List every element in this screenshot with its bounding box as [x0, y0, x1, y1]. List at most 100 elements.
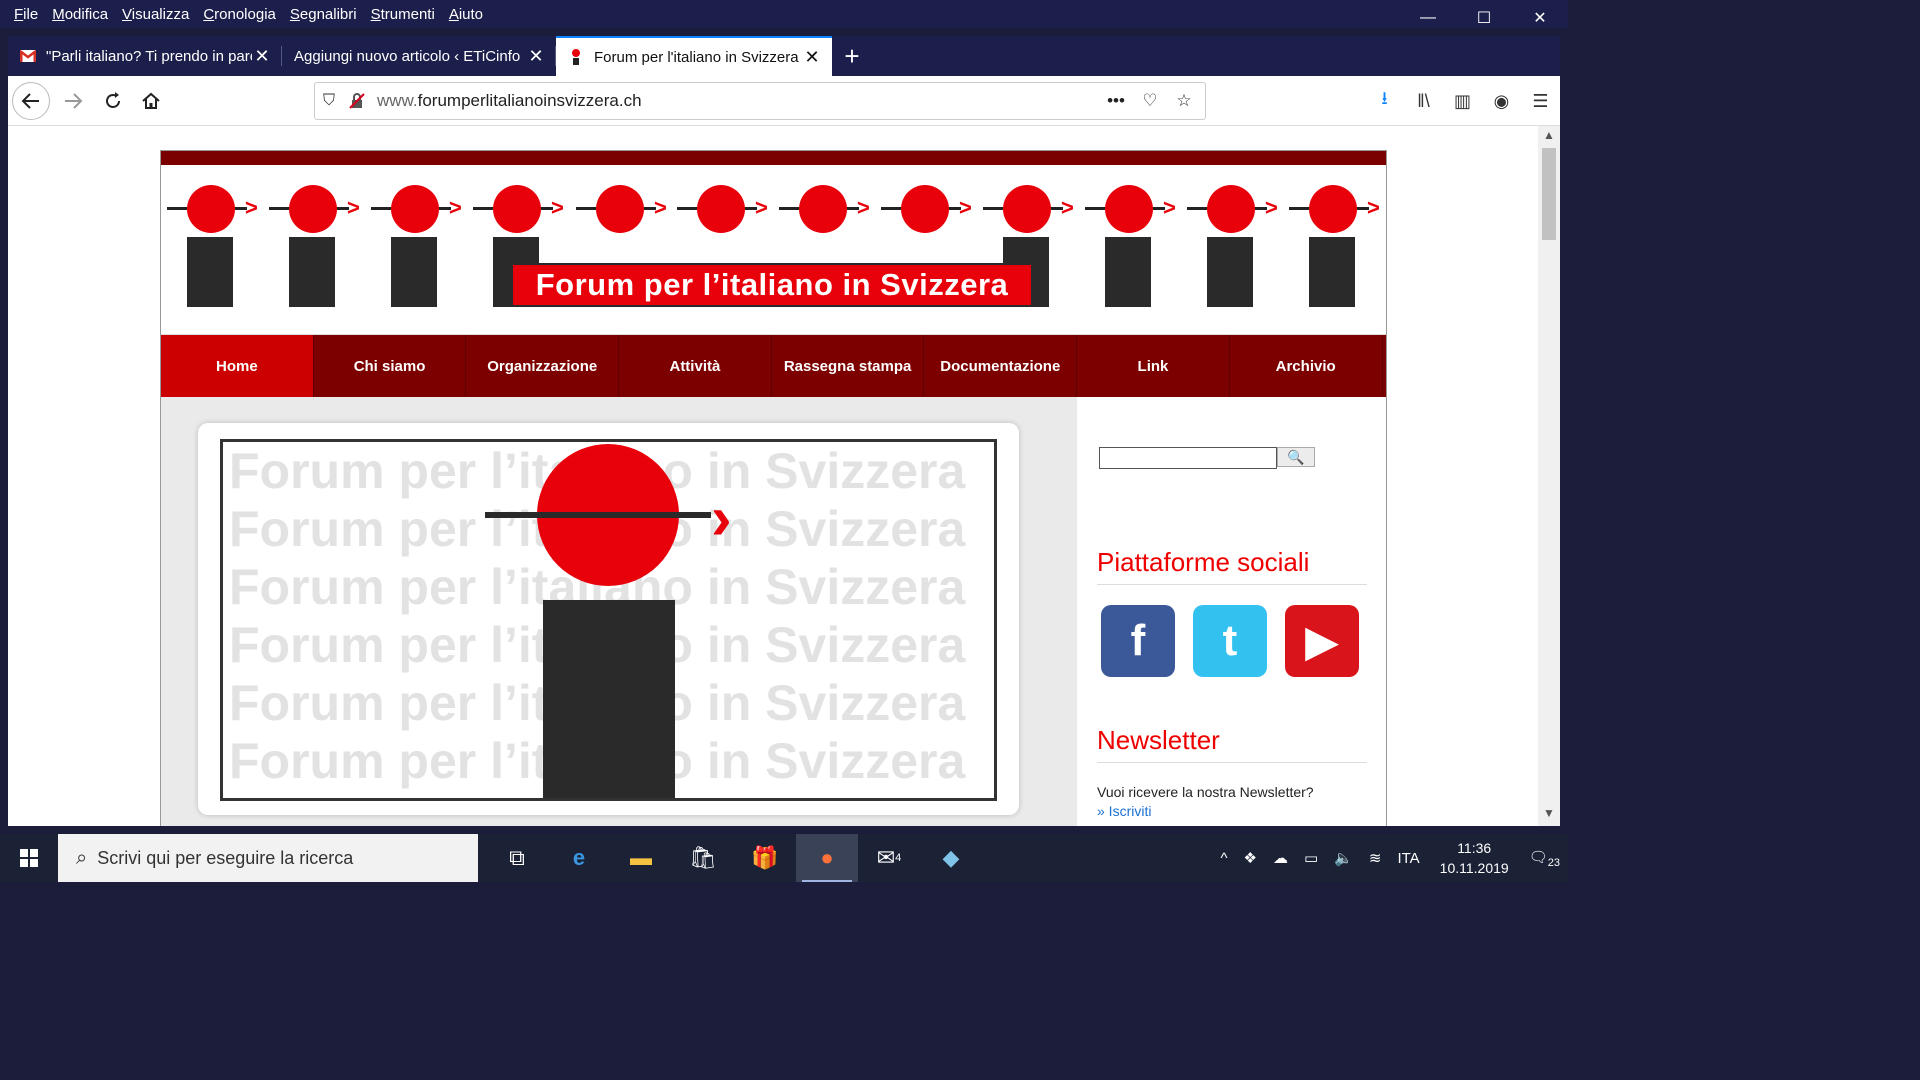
search-button[interactable]: 🔍	[1277, 447, 1315, 467]
notepad-app-icon[interactable]: ◆	[920, 834, 982, 882]
nav-item-link[interactable]: Link	[1077, 335, 1230, 397]
language-indicator[interactable]: ITA	[1389, 850, 1427, 867]
header-figure: >	[1085, 185, 1176, 315]
sidebar: 🔍 Piattaforme sociali f t ▶ Newsletter V…	[1077, 397, 1386, 826]
maximize-button[interactable]: ☐	[1456, 0, 1512, 36]
arrow-icon: >	[1163, 195, 1176, 220]
reload-button[interactable]	[94, 82, 132, 120]
nav-item-chi-siamo[interactable]: Chi siamo	[314, 335, 467, 397]
clock[interactable]: 11:36 10.11.2019	[1428, 838, 1521, 878]
url-text[interactable]: www.forumperlitalianoinsvizzera.ch	[371, 91, 1101, 111]
store-icon[interactable]: 🛍	[672, 834, 734, 882]
arrow-icon: >	[755, 195, 768, 220]
minimize-button[interactable]: —	[1400, 0, 1456, 36]
arrow-icon: >	[449, 195, 462, 220]
page-actions-icon[interactable]: •••	[1101, 91, 1131, 111]
taskbar-apps: ⧉ e ▬ 🛍 🎁 ● ✉ 4 ◆	[486, 834, 982, 882]
menu-item[interactable]: Cronologia	[196, 6, 283, 23]
tab-gmail[interactable]: "Parli italiano? Ti prendo in pare ✕	[8, 36, 282, 76]
site-banner-title[interactable]: Forum per l’italiano in Svizzera	[511, 263, 1033, 307]
vertical-scrollbar[interactable]: ▲ ▼	[1538, 126, 1560, 826]
tab-forum[interactable]: Forum per l'italiano in Svizzera ✕	[556, 36, 832, 76]
volume-icon[interactable]: 🔈	[1326, 849, 1361, 867]
dropbox-icon[interactable]: ❖	[1236, 849, 1265, 867]
tray-expand-icon[interactable]: ^	[1212, 850, 1235, 867]
taskbar: ⌕ Scrivi qui per eseguire la ricerca ⧉ e…	[0, 834, 1568, 882]
newsletter-subscribe-link[interactable]: » Iscriviti	[1097, 802, 1314, 821]
library-icon[interactable]: ‖\	[1404, 82, 1443, 120]
wifi-icon[interactable]: ≋	[1361, 849, 1390, 867]
tab-title: "Parli italiano? Ti prendo in pare	[46, 47, 252, 65]
reload-icon	[106, 92, 120, 108]
close-window-button[interactable]: ✕	[1512, 0, 1568, 36]
logo-line	[485, 512, 711, 518]
gmail-icon	[20, 48, 36, 64]
close-tab-icon[interactable]: ✕	[526, 46, 546, 67]
header-figure: >	[269, 185, 360, 315]
insecure-connection-icon[interactable]	[343, 83, 371, 119]
shield-icon[interactable]: ⛉	[315, 83, 343, 119]
menu-item[interactable]: File	[0, 6, 45, 23]
url-bar[interactable]: ⛉ www.forumperlitalianoinsvizzera.ch •••…	[314, 82, 1206, 120]
bookmark-star-icon[interactable]: ☆	[1169, 91, 1199, 111]
taskbar-search[interactable]: ⌕ Scrivi qui per eseguire la ricerca	[58, 834, 478, 882]
windows-start-icon[interactable]	[0, 834, 58, 882]
nav-item-documentazione[interactable]: Documentazione	[924, 335, 1078, 397]
forward-button[interactable]	[54, 82, 92, 120]
nav-item-rassegna-stampa[interactable]: Rassegna stampa	[772, 335, 925, 397]
twitter-icon[interactable]: t	[1193, 605, 1267, 677]
arrow-icon: >	[654, 195, 667, 220]
arrow-icon: >	[551, 195, 564, 220]
menu-item[interactable]: Aiuto	[442, 6, 490, 23]
newsletter-text: Vuoi ricevere la nostra Newsletter?	[1097, 784, 1314, 800]
window-controls: — ☐ ✕	[1400, 0, 1568, 36]
sidebar-icon[interactable]: ▥	[1443, 82, 1482, 120]
youtube-icon[interactable]: ▶	[1285, 605, 1359, 677]
scroll-down-icon[interactable]: ▼	[1538, 806, 1560, 826]
gift-app-icon[interactable]: 🎁	[734, 834, 796, 882]
header-figure: >	[371, 185, 462, 315]
account-icon[interactable]: ◉	[1482, 82, 1521, 120]
new-tab-button[interactable]: +	[832, 36, 872, 76]
scroll-up-icon[interactable]: ▲	[1538, 128, 1560, 148]
downloads-icon[interactable]: ⭳	[1365, 82, 1404, 120]
nav-item-organizzazione[interactable]: Organizzazione	[466, 335, 620, 397]
notification-center-icon[interactable]: 🗨23	[1521, 848, 1568, 869]
home-button[interactable]	[132, 82, 170, 120]
arrow-icon: >	[857, 195, 870, 220]
battery-icon[interactable]: ▭	[1296, 849, 1326, 867]
arrow-icon: >	[1061, 195, 1074, 220]
onedrive-icon[interactable]: ☁	[1265, 849, 1296, 867]
scroll-thumb[interactable]	[1542, 148, 1556, 240]
logo-card: Forum per l’italiano in SvizzeraForum pe…	[198, 423, 1019, 815]
header-figure: >	[167, 185, 258, 315]
facebook-icon[interactable]: f	[1101, 605, 1175, 677]
navigation-toolbar: ⛉ www.forumperlitalianoinsvizzera.ch •••…	[8, 76, 1560, 126]
menu-item[interactable]: Strumenti	[364, 6, 442, 23]
pocket-icon[interactable]: ♡	[1135, 91, 1165, 111]
menu-item[interactable]: Modifica	[45, 6, 115, 23]
close-tab-icon[interactable]: ✕	[802, 47, 822, 68]
firefox-icon[interactable]: ●	[796, 834, 858, 882]
edge-icon[interactable]: e	[548, 834, 610, 882]
menu-item[interactable]: Segnalibri	[283, 6, 364, 23]
nav-item-attivit-[interactable]: Attività	[619, 335, 772, 397]
search-input[interactable]	[1099, 447, 1277, 469]
system-tray: ^ ❖ ☁ ▭ 🔈 ≋ ITA 11:36 10.11.2019 🗨23	[1212, 834, 1568, 882]
menu-hamburger-icon[interactable]: ☰	[1521, 82, 1560, 120]
close-tab-icon[interactable]: ✕	[252, 46, 272, 67]
task-view-icon[interactable]: ⧉	[486, 834, 548, 882]
back-button[interactable]	[12, 82, 50, 120]
newsletter-title: Newsletter	[1097, 725, 1367, 763]
toolbar-right: ⭳ ‖\ ▥ ◉ ☰	[1365, 82, 1560, 120]
main-nav: Home Chi siamo Organizzazione Attività Rasse…	[161, 335, 1386, 397]
top-strip	[161, 151, 1386, 165]
menu-item[interactable]: Visualizza	[115, 6, 196, 23]
nav-item-archivio[interactable]: Archivio	[1230, 335, 1383, 397]
mail-icon[interactable]: ✉ 4	[858, 834, 920, 882]
tab-bar: "Parli italiano? Ti prendo in pare ✕ Agg…	[8, 36, 1560, 76]
arrow-icon: >	[959, 195, 972, 220]
file-explorer-icon[interactable]: ▬	[610, 834, 672, 882]
nav-item-home[interactable]: Home	[161, 335, 314, 397]
tab-aggiungi-articolo[interactable]: Aggiungi nuovo articolo ‹ ETiCinfo ✕	[282, 36, 556, 76]
